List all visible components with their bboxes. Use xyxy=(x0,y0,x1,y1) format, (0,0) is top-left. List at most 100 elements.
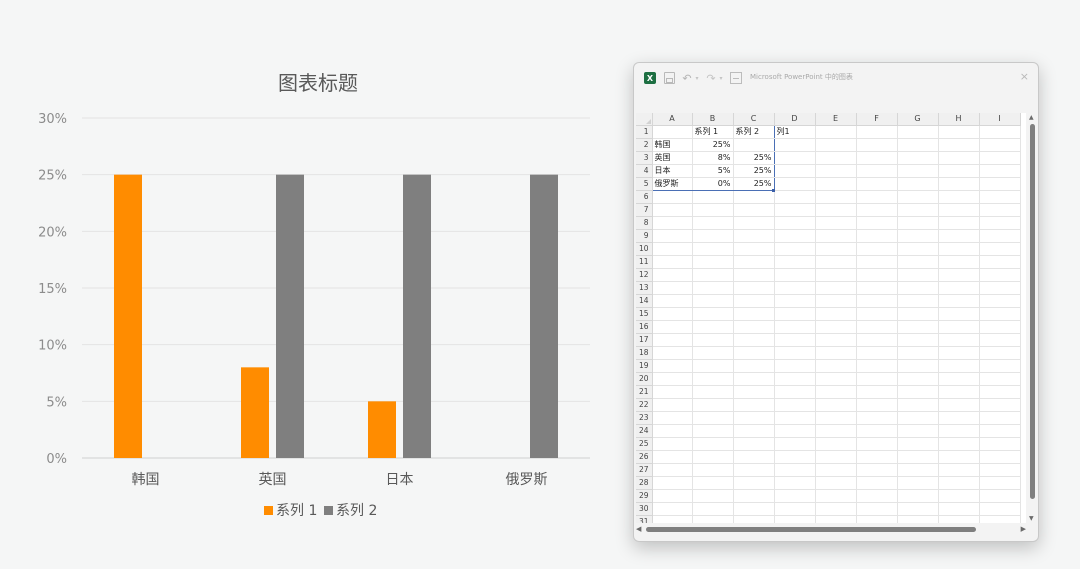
sheet-cell[interactable] xyxy=(774,138,816,152)
sheet-cell[interactable] xyxy=(856,281,898,295)
undo-dropdown-icon[interactable]: ▾ xyxy=(694,72,700,84)
row-header[interactable]: 9 xyxy=(636,229,653,243)
sheet-cell[interactable] xyxy=(979,307,1021,321)
sheet-cell[interactable] xyxy=(652,333,693,347)
scroll-right-arrow-icon[interactable]: ▶ xyxy=(1021,525,1026,533)
sheet-cell[interactable] xyxy=(692,398,734,412)
sheet-cell[interactable]: 25% xyxy=(733,177,775,191)
sheet-cell[interactable] xyxy=(856,268,898,282)
sheet-cell[interactable] xyxy=(774,151,816,165)
row-header[interactable]: 25 xyxy=(636,437,653,451)
sheet-cell[interactable] xyxy=(815,372,857,386)
sheet-cell[interactable] xyxy=(733,268,775,282)
sheet-cell[interactable] xyxy=(774,424,816,438)
sheet-cell[interactable] xyxy=(897,502,939,516)
sheet-cell[interactable]: 系列 1 xyxy=(692,125,734,139)
sheet-cell[interactable] xyxy=(815,346,857,360)
row-header[interactable]: 7 xyxy=(636,203,653,217)
sheet-cell[interactable] xyxy=(815,255,857,269)
sheet-cell[interactable] xyxy=(856,385,898,399)
sheet-cell[interactable] xyxy=(938,255,980,269)
sheet-cell[interactable] xyxy=(938,372,980,386)
column-header[interactable]: I xyxy=(979,113,1021,126)
sheet-cell[interactable] xyxy=(938,242,980,256)
sheet-cell[interactable] xyxy=(897,385,939,399)
redo-icon[interactable]: ↷ xyxy=(705,72,717,85)
sheet-cell[interactable] xyxy=(774,489,816,503)
row-header[interactable]: 4 xyxy=(636,164,653,178)
sheet-cell[interactable] xyxy=(897,424,939,438)
sheet-cell[interactable] xyxy=(856,294,898,308)
sheet-cell[interactable] xyxy=(692,333,734,347)
sheet-cell[interactable] xyxy=(979,463,1021,477)
sheet-cell[interactable] xyxy=(897,268,939,282)
column-header[interactable]: C xyxy=(733,113,775,126)
sheet-cell[interactable] xyxy=(938,502,980,516)
sheet-cell[interactable] xyxy=(979,151,1021,165)
sheet-cell[interactable] xyxy=(856,476,898,490)
sheet-cell[interactable] xyxy=(733,372,775,386)
sheet-cell[interactable] xyxy=(856,502,898,516)
sheet-cell[interactable] xyxy=(979,359,1021,373)
sheet-cell[interactable] xyxy=(979,203,1021,217)
column-header[interactable]: H xyxy=(938,113,980,126)
sheet-cell[interactable] xyxy=(815,320,857,334)
sheet-cell[interactable] xyxy=(652,307,693,321)
row-header[interactable]: 18 xyxy=(636,346,653,360)
sheet-cell[interactable] xyxy=(979,398,1021,412)
row-header[interactable]: 24 xyxy=(636,424,653,438)
sheet-cell[interactable]: 25% xyxy=(692,138,734,152)
sheet-cell[interactable] xyxy=(774,281,816,295)
column-header[interactable]: D xyxy=(774,113,816,126)
sheet-cell[interactable] xyxy=(856,346,898,360)
row-header[interactable]: 12 xyxy=(636,268,653,282)
sheet-cell[interactable] xyxy=(856,372,898,386)
sheet-cell[interactable] xyxy=(979,515,1021,523)
sheet-cell[interactable] xyxy=(938,476,980,490)
sheet-cell[interactable] xyxy=(856,359,898,373)
sheet-cell[interactable] xyxy=(733,359,775,373)
sheet-cell[interactable] xyxy=(774,398,816,412)
close-icon[interactable]: × xyxy=(1020,71,1029,83)
sheet-cell[interactable] xyxy=(815,281,857,295)
sheet-cell[interactable] xyxy=(815,229,857,243)
row-header[interactable]: 26 xyxy=(636,450,653,464)
sheet-cell[interactable] xyxy=(897,242,939,256)
sheet-cell[interactable] xyxy=(815,437,857,451)
sheet-cell[interactable] xyxy=(897,229,939,243)
sheet-cell[interactable] xyxy=(856,138,898,152)
sheet-cell[interactable] xyxy=(979,424,1021,438)
sheet-cell[interactable] xyxy=(774,515,816,523)
sheet-cell[interactable] xyxy=(938,515,980,523)
sheet-cell[interactable] xyxy=(815,125,857,139)
sheet-cell[interactable] xyxy=(938,346,980,360)
sheet-cell[interactable] xyxy=(692,385,734,399)
sheet-cell[interactable]: 韩国 xyxy=(652,138,693,152)
sheet-cell[interactable] xyxy=(979,164,1021,178)
sheet-cell[interactable] xyxy=(979,450,1021,464)
sheet-cell[interactable] xyxy=(774,242,816,256)
sheet-cell[interactable] xyxy=(692,437,734,451)
sheet-cell[interactable] xyxy=(938,190,980,204)
sheet-cell[interactable] xyxy=(856,424,898,438)
sheet-cell[interactable] xyxy=(733,463,775,477)
row-header[interactable]: 30 xyxy=(636,502,653,516)
sheet-cell[interactable] xyxy=(815,385,857,399)
vertical-scroll-thumb[interactable] xyxy=(1030,124,1035,499)
sheet-cell[interactable] xyxy=(774,372,816,386)
sheet-cell[interactable] xyxy=(815,307,857,321)
sheet-cell[interactable] xyxy=(938,489,980,503)
sheet-cell[interactable] xyxy=(938,177,980,191)
sheet-cell[interactable] xyxy=(652,398,693,412)
sheet-cell[interactable] xyxy=(652,346,693,360)
sheet-cell[interactable] xyxy=(774,502,816,516)
scroll-down-arrow-icon[interactable]: ▼ xyxy=(1029,515,1034,522)
row-header[interactable]: 22 xyxy=(636,398,653,412)
sheet-cell[interactable] xyxy=(856,320,898,334)
sheet-cell[interactable] xyxy=(774,190,816,204)
sheet-cell[interactable] xyxy=(897,346,939,360)
row-header[interactable]: 29 xyxy=(636,489,653,503)
sheet-cell[interactable] xyxy=(733,294,775,308)
sheet-cell[interactable] xyxy=(979,372,1021,386)
sheet-cell[interactable] xyxy=(733,307,775,321)
